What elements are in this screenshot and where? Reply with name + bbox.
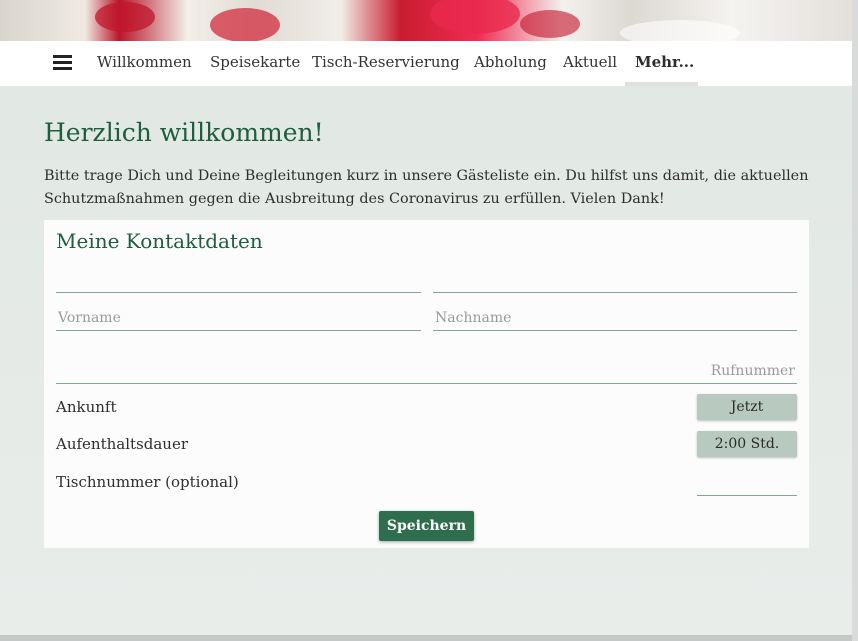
header-banner-image [0,0,852,41]
nav-item-speisekarte[interactable]: Speisekarte [210,53,300,71]
nav-item-tisch-reservierung[interactable]: Tisch-Reservierung [312,53,460,71]
contact-form-card: Meine Kontaktdaten Ankunft Jetzt Aufenth… [44,220,809,548]
bottom-edge [0,635,852,641]
nav-item-willkommen[interactable]: Willkommen [97,53,192,71]
arrival-time-button[interactable]: Jetzt [697,394,797,420]
phone-number-field[interactable] [56,358,797,384]
second-blank-field[interactable] [433,270,797,293]
arrival-label: Ankunft [56,398,117,416]
main-navigation: Willkommen Speisekarte Tisch-Reservierun… [0,41,852,87]
nav-item-mehr[interactable]: Mehr... [635,53,694,71]
nav-item-aktuell[interactable]: Aktuell [563,53,617,71]
table-number-label: Tischnummer (optional) [56,473,239,491]
form-heading: Meine Kontaktdaten [56,229,263,253]
duration-label: Aufenthaltsdauer [56,435,188,453]
first-blank-field[interactable] [56,270,421,293]
table-number-field[interactable] [697,472,797,496]
nav-item-abholung[interactable]: Abholung [474,53,547,71]
hamburger-menu-icon[interactable] [53,55,72,71]
save-button[interactable]: Speichern [379,511,474,541]
intro-text: Bitte trage Dich und Deine Begleitungen … [44,168,809,207]
page-title: Herzlich willkommen! [44,118,324,147]
last-name-field[interactable] [433,306,797,331]
duration-button[interactable]: 2:00 Std. [697,431,797,457]
scrollbar[interactable] [852,0,858,641]
first-name-field[interactable] [56,306,421,331]
